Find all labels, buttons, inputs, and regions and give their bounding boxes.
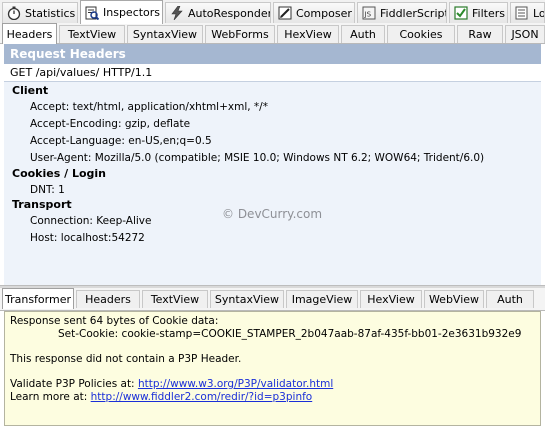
response-cookie-summary: Response sent 64 bytes of Cookie data: (10, 315, 219, 327)
tab-composer-label: Composer (296, 6, 352, 20)
learn-more-label: Learn more at: (10, 391, 88, 403)
request-tab-syntaxview[interactable]: SyntaxView (127, 25, 203, 43)
request-tab-hexview[interactable]: HexView (277, 25, 339, 43)
tab-autoresponder-label: AutoResponder (188, 6, 271, 20)
response-tab-hexview[interactable]: HexView (360, 290, 422, 308)
request-headers-tree: Client Accept: text/html, application/xh… (4, 82, 541, 285)
tab-fiddlerscript-label: FiddlerScript (380, 6, 447, 20)
lightning-icon (170, 5, 184, 21)
tab-statistics[interactable]: Statistics (2, 2, 78, 23)
request-tab-json[interactable]: JSON (505, 25, 545, 43)
tab-inspectors[interactable]: Inspectors (80, 0, 163, 24)
tab-log-label: Lo (533, 6, 545, 20)
pencil-icon (278, 6, 292, 20)
response-p3p-message: This response did not contain a P3P Head… (10, 353, 242, 365)
header-connection[interactable]: Connection: Keep-Alive (30, 215, 151, 227)
request-tab-auth[interactable]: Auth (341, 25, 385, 43)
header-accept[interactable]: Accept: text/html, application/xhtml+xml… (30, 101, 268, 113)
response-transformer-panel: Response sent 64 bytes of Cookie data: S… (4, 311, 541, 426)
learn-more-line: Learn more at: http://www.fiddler2.com/r… (10, 391, 312, 403)
tab-filters[interactable]: Filters (449, 2, 508, 23)
tab-filters-label: Filters (472, 6, 505, 20)
script-icon: JS (362, 6, 376, 20)
tab-log[interactable]: Lo (510, 2, 545, 23)
request-tab-raw[interactable]: Raw (457, 25, 503, 43)
response-tab-headers[interactable]: Headers (76, 290, 140, 308)
tab-fiddlerscript[interactable]: JS FiddlerScript (357, 2, 447, 23)
validate-p3p-link[interactable]: http://www.w3.org/P3P/validator.html (138, 378, 333, 390)
request-tab-cookies[interactable]: Cookies (387, 25, 455, 43)
group-transport[interactable]: Transport (12, 198, 72, 211)
response-tab-syntaxview[interactable]: SyntaxView (210, 290, 284, 308)
log-icon (515, 6, 529, 20)
validate-p3p-line: Validate P3P Policies at: http://www.w3.… (10, 378, 333, 390)
tab-inspectors-label: Inspectors (103, 6, 161, 19)
tab-statistics-label: Statistics (25, 6, 76, 20)
header-user-agent[interactable]: User-Agent: Mozilla/5.0 (compatible; MSI… (30, 152, 484, 164)
response-set-cookie: Set-Cookie: cookie-stamp=COOKIE_STAMPER_… (58, 328, 522, 340)
magnifier-icon (85, 6, 100, 20)
header-host[interactable]: Host: localhost:54272 (30, 232, 145, 244)
request-tab-webforms[interactable]: WebForms (205, 25, 275, 43)
stopwatch-icon (7, 6, 21, 21)
group-cookies-login[interactable]: Cookies / Login (12, 167, 106, 180)
header-accept-encoding[interactable]: Accept-Encoding: gzip, deflate (30, 118, 190, 130)
group-client[interactable]: Client (12, 84, 48, 97)
request-tab-headers[interactable]: Headers (2, 23, 57, 44)
request-tab-textview[interactable]: TextView (59, 25, 125, 43)
header-dnt[interactable]: DNT: 1 (30, 184, 65, 196)
checkbox-icon (454, 6, 468, 20)
request-headers-title: Request Headers (4, 44, 541, 64)
validate-p3p-label: Validate P3P Policies at: (10, 378, 135, 390)
response-inspector-tabs: Transformer Headers TextView SyntaxView … (0, 288, 545, 311)
main-tab-strip: Statistics Inspectors AutoResponder Comp… (0, 0, 545, 24)
response-tab-webview[interactable]: WebView (424, 290, 484, 308)
request-inspector-tabs: Headers TextView SyntaxView WebForms Hex… (0, 23, 545, 44)
header-accept-language[interactable]: Accept-Language: en-US,en;q=0.5 (30, 135, 212, 147)
learn-more-link[interactable]: http://www.fiddler2.com/redir/?id=p3pinf… (91, 391, 313, 403)
request-line: GET /api/values/ HTTP/1.1 (4, 64, 541, 82)
response-tab-textview[interactable]: TextView (142, 290, 208, 308)
response-tab-auth[interactable]: Auth (486, 290, 534, 308)
response-tab-imageview[interactable]: ImageView (286, 290, 358, 308)
response-tab-transformer[interactable]: Transformer (2, 288, 74, 309)
svg-text:JS: JS (364, 11, 372, 19)
watermark-text: © DevCurry.com (222, 207, 323, 221)
tab-composer[interactable]: Composer (273, 2, 355, 23)
tab-autoresponder[interactable]: AutoResponder (165, 2, 271, 23)
